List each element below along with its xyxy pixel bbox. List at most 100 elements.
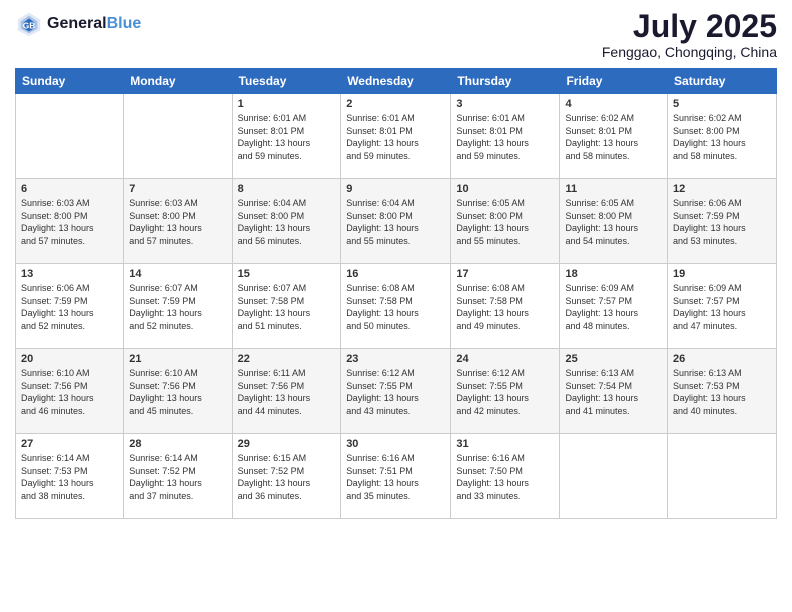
day-info: Sunrise: 6:09 AM Sunset: 7:57 PM Dayligh… [565,282,662,332]
day-number: 13 [21,268,118,280]
calendar-cell: 24 Sunrise: 6:12 AM Sunset: 7:55 PM Dayli… [451,349,560,434]
day-number: 18 [565,268,662,280]
day-info: Sunrise: 6:16 AM Sunset: 7:51 PM Dayligh… [346,452,445,502]
calendar-cell: 26 Sunrise: 6:13 AM Sunset: 7:53 PM Dayli… [668,349,777,434]
day-info: Sunrise: 6:05 AM Sunset: 8:00 PM Dayligh… [456,197,554,247]
calendar-header-row: Sunday Monday Tuesday Wednesday Thursday… [16,69,777,94]
day-number: 4 [565,98,662,110]
week-row-1: 1 Sunrise: 6:01 AM Sunset: 8:01 PM Daylig… [16,94,777,179]
day-number: 27 [21,438,118,450]
header-sunday: Sunday [16,69,124,94]
header-wednesday: Wednesday [341,69,451,94]
day-info: Sunrise: 6:13 AM Sunset: 7:53 PM Dayligh… [673,367,771,417]
calendar-cell: 11 Sunrise: 6:05 AM Sunset: 8:00 PM Dayli… [560,179,668,264]
week-row-3: 13 Sunrise: 6:06 AM Sunset: 7:59 PM Dayli… [16,264,777,349]
month-title: July 2025 [602,10,777,42]
calendar-cell [124,94,232,179]
calendar-cell: 10 Sunrise: 6:05 AM Sunset: 8:00 PM Dayli… [451,179,560,264]
day-info: Sunrise: 6:04 AM Sunset: 8:00 PM Dayligh… [238,197,336,247]
day-number: 5 [673,98,771,110]
day-number: 24 [456,353,554,365]
calendar-cell: 17Sunrise: 6:08 AM Sunset: 7:58 PM Dayli… [451,264,560,349]
calendar-cell: 16 Sunrise: 6:08 AM Sunset: 7:58 PM Dayli… [341,264,451,349]
day-info: Sunrise: 6:01 AM Sunset: 8:01 PM Dayligh… [238,112,336,162]
calendar-cell: 23 Sunrise: 6:12 AM Sunset: 7:55 PM Dayli… [341,349,451,434]
calendar-cell: 29 Sunrise: 6:15 AM Sunset: 7:52 PM Dayli… [232,434,341,519]
header-saturday: Saturday [668,69,777,94]
week-row-2: 6 Sunrise: 6:03 AM Sunset: 8:00 PM Daylig… [16,179,777,264]
day-number: 6 [21,183,118,195]
day-info: Sunrise: 6:03 AM Sunset: 8:00 PM Dayligh… [21,197,118,247]
calendar-cell: 7Sunrise: 6:03 AM Sunset: 8:00 PM Daylig… [124,179,232,264]
header-monday: Monday [124,69,232,94]
day-number: 16 [346,268,445,280]
day-info: Sunrise: 6:14 AM Sunset: 7:52 PM Dayligh… [129,452,226,502]
calendar-cell: 19 Sunrise: 6:09 AM Sunset: 7:57 PM Dayli… [668,264,777,349]
day-number: 17 [456,268,554,280]
day-number: 15 [238,268,336,280]
calendar-cell: 21Sunrise: 6:10 AM Sunset: 7:56 PM Dayli… [124,349,232,434]
day-number: 30 [346,438,445,450]
calendar-cell [560,434,668,519]
title-block: July 2025 Fenggao, Chongqing, China [602,10,777,60]
day-number: 1 [238,98,336,110]
day-number: 8 [238,183,336,195]
day-info: Sunrise: 6:14 AM Sunset: 7:53 PM Dayligh… [21,452,118,502]
calendar-cell: 6 Sunrise: 6:03 AM Sunset: 8:00 PM Daylig… [16,179,124,264]
calendar-cell: 28 Sunrise: 6:14 AM Sunset: 7:52 PM Dayli… [124,434,232,519]
day-info: Sunrise: 6:12 AM Sunset: 7:55 PM Dayligh… [456,367,554,417]
day-number: 3 [456,98,554,110]
logo: GB GeneralBlue [15,10,141,38]
calendar-cell: 12 Sunrise: 6:06 AM Sunset: 7:59 PM Dayli… [668,179,777,264]
calendar-cell: 2Sunrise: 6:01 AM Sunset: 8:01 PM Daylig… [341,94,451,179]
calendar-table: Sunday Monday Tuesday Wednesday Thursday… [15,68,777,519]
calendar-cell: 25Sunrise: 6:13 AM Sunset: 7:54 PM Dayli… [560,349,668,434]
day-info: Sunrise: 6:05 AM Sunset: 8:00 PM Dayligh… [565,197,662,247]
day-info: Sunrise: 6:06 AM Sunset: 7:59 PM Dayligh… [673,197,771,247]
day-info: Sunrise: 6:09 AM Sunset: 7:57 PM Dayligh… [673,282,771,332]
day-info: Sunrise: 6:06 AM Sunset: 7:59 PM Dayligh… [21,282,118,332]
day-number: 28 [129,438,226,450]
day-info: Sunrise: 6:01 AM Sunset: 8:01 PM Dayligh… [346,112,445,162]
day-info: Sunrise: 6:08 AM Sunset: 7:58 PM Dayligh… [346,282,445,332]
calendar-cell: 5 Sunrise: 6:02 AM Sunset: 8:00 PM Daylig… [668,94,777,179]
calendar-cell: 22 Sunrise: 6:11 AM Sunset: 7:56 PM Dayli… [232,349,341,434]
week-row-5: 27 Sunrise: 6:14 AM Sunset: 7:53 PM Dayli… [16,434,777,519]
day-number: 22 [238,353,336,365]
svg-text:GB: GB [23,21,36,31]
calendar-cell: 1 Sunrise: 6:01 AM Sunset: 8:01 PM Daylig… [232,94,341,179]
day-info: Sunrise: 6:11 AM Sunset: 7:56 PM Dayligh… [238,367,336,417]
day-number: 23 [346,353,445,365]
day-info: Sunrise: 6:12 AM Sunset: 7:55 PM Dayligh… [346,367,445,417]
day-info: Sunrise: 6:07 AM Sunset: 7:59 PM Dayligh… [129,282,226,332]
day-number: 14 [129,268,226,280]
calendar-cell: 18 Sunrise: 6:09 AM Sunset: 7:57 PM Dayli… [560,264,668,349]
header-thursday: Thursday [451,69,560,94]
day-info: Sunrise: 6:04 AM Sunset: 8:00 PM Dayligh… [346,197,445,247]
logo-icon: GB [15,10,43,38]
calendar-cell: 13 Sunrise: 6:06 AM Sunset: 7:59 PM Dayli… [16,264,124,349]
location-title: Fenggao, Chongqing, China [602,44,777,60]
calendar-cell: 4Sunrise: 6:02 AM Sunset: 8:01 PM Daylig… [560,94,668,179]
day-info: Sunrise: 6:15 AM Sunset: 7:52 PM Dayligh… [238,452,336,502]
day-number: 20 [21,353,118,365]
calendar-cell: 9Sunrise: 6:04 AM Sunset: 8:00 PM Daylig… [341,179,451,264]
day-info: Sunrise: 6:02 AM Sunset: 8:00 PM Dayligh… [673,112,771,162]
day-number: 10 [456,183,554,195]
day-info: Sunrise: 6:13 AM Sunset: 7:54 PM Dayligh… [565,367,662,417]
calendar-cell: 27 Sunrise: 6:14 AM Sunset: 7:53 PM Dayli… [16,434,124,519]
calendar-cell [668,434,777,519]
day-number: 19 [673,268,771,280]
day-number: 12 [673,183,771,195]
calendar-cell: 8 Sunrise: 6:04 AM Sunset: 8:00 PM Daylig… [232,179,341,264]
calendar-cell: 3Sunrise: 6:01 AM Sunset: 8:01 PM Daylig… [451,94,560,179]
day-number: 11 [565,183,662,195]
calendar-cell [16,94,124,179]
page: GB GeneralBlue July 2025 Fenggao, Chongq… [0,0,792,612]
day-number: 29 [238,438,336,450]
day-number: 26 [673,353,771,365]
day-number: 21 [129,353,226,365]
header-friday: Friday [560,69,668,94]
day-info: Sunrise: 6:10 AM Sunset: 7:56 PM Dayligh… [21,367,118,417]
day-info: Sunrise: 6:07 AM Sunset: 7:58 PM Dayligh… [238,282,336,332]
